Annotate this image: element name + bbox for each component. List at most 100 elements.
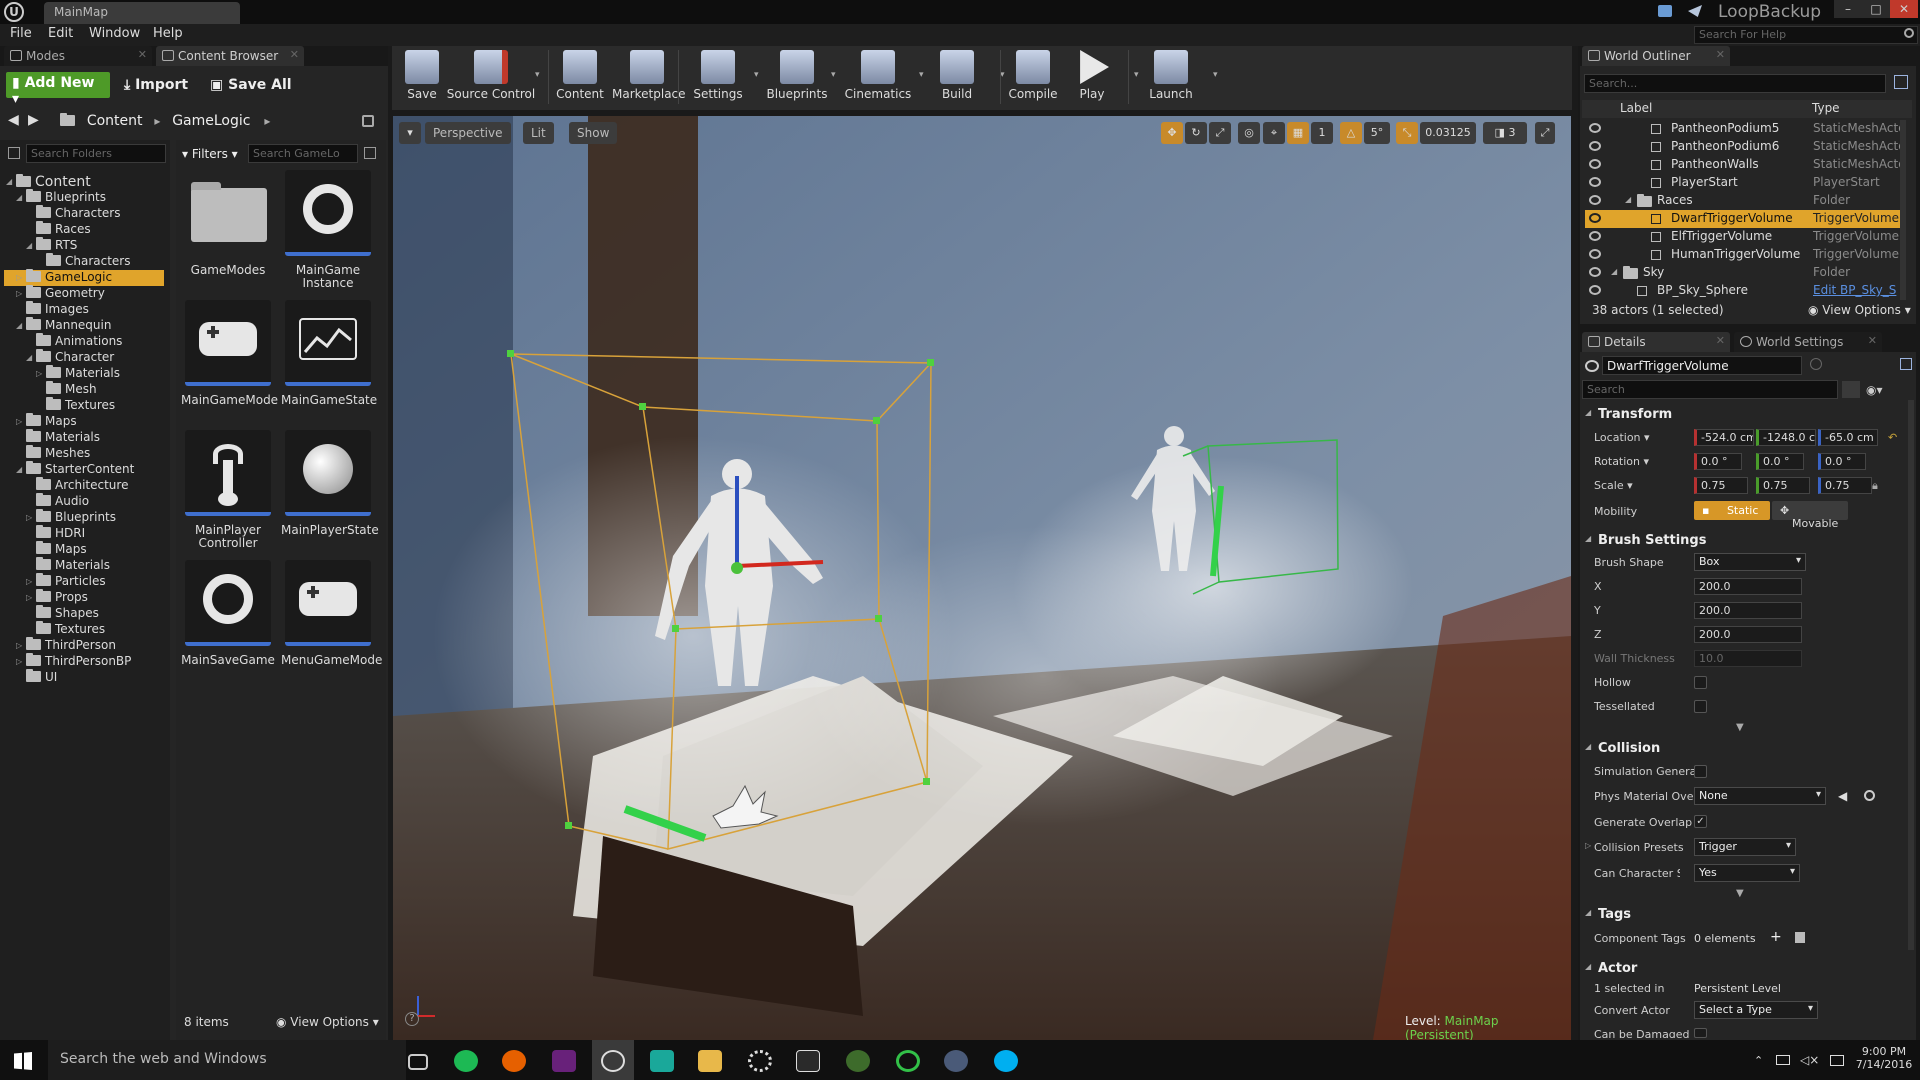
tree-app-icon[interactable]: [846, 1050, 870, 1072]
close-icon[interactable]: ✕: [1716, 334, 1725, 347]
folder-tree-item[interactable]: UI: [26, 669, 57, 686]
folder-tree-item[interactable]: Mesh: [46, 381, 97, 398]
menu-file[interactable]: File: [10, 26, 32, 41]
outliner-row[interactable]: PantheonPodium6 StaticMeshActo: [1585, 138, 1906, 156]
hollow-checkbox[interactable]: [1694, 676, 1707, 689]
tab-details[interactable]: Details ✕: [1582, 332, 1730, 352]
task-view-icon[interactable]: [408, 1054, 428, 1070]
toolbar-settings-button[interactable]: Settings: [686, 48, 750, 106]
brush-shape-dropdown[interactable]: Box: [1694, 553, 1806, 571]
toolbar-launch-button[interactable]: Launch: [1140, 48, 1202, 106]
expand-arrow-icon[interactable]: ▷: [16, 657, 22, 666]
maximize-button[interactable]: □: [1862, 0, 1890, 18]
menu-window[interactable]: Window: [89, 26, 140, 41]
folder-tree-item[interactable]: ▷ Blueprints: [26, 509, 116, 526]
folder-tree-item[interactable]: ◢ Mannequin: [16, 317, 111, 334]
brush-z-field[interactable]: 200.0: [1694, 626, 1802, 643]
show-hidden-icons-icon[interactable]: ⌃: [1754, 1054, 1763, 1067]
tab-world-settings[interactable]: World Settings ✕: [1734, 332, 1882, 352]
expand-arrow-icon[interactable]: ▷: [16, 273, 22, 282]
section-brush-settings[interactable]: Brush Settings: [1582, 530, 1910, 552]
toolbar-play-button[interactable]: Play: [1070, 48, 1114, 106]
rotation-x-field[interactable]: 0.0 °: [1694, 453, 1742, 470]
visibility-eye-icon[interactable]: [1589, 141, 1601, 151]
visibility-eye-icon[interactable]: [1589, 249, 1601, 259]
dropdown-arrow-icon[interactable]: ▾: [754, 70, 759, 80]
toolbar-build-button[interactable]: Build: [926, 48, 988, 106]
steam-icon[interactable]: [944, 1050, 968, 1072]
dropdown-arrow-icon[interactable]: ▾: [1213, 70, 1218, 80]
folder-tree-item[interactable]: ▷ Particles: [26, 573, 106, 590]
simulation-generates-checkbox[interactable]: [1694, 765, 1707, 778]
rotation-snap-icon[interactable]: △: [1340, 122, 1362, 144]
outliner-row[interactable]: ◢ Sky Folder: [1585, 264, 1901, 282]
use-selected-arrow-icon[interactable]: ◀: [1838, 789, 1847, 803]
folder-tree-item[interactable]: Shapes: [36, 605, 99, 622]
scale-y-field[interactable]: 0.75: [1756, 477, 1810, 494]
can-character-step-dropdown[interactable]: Yes: [1694, 864, 1800, 882]
tab-content-browser[interactable]: Content Browser ✕: [156, 46, 304, 66]
browse-search-icon[interactable]: [1864, 790, 1875, 801]
reset-location-icon[interactable]: ↶: [1888, 431, 1897, 444]
folder-tree-item[interactable]: ◢ RTS: [26, 237, 77, 254]
details-scrollbar[interactable]: [1908, 400, 1914, 950]
folder-tree-item[interactable]: Images: [26, 301, 89, 318]
mobility-static-button[interactable]: ▪ Static: [1694, 501, 1770, 520]
toolbar-marketplace-button[interactable]: Marketplace: [612, 48, 686, 106]
asset-tile[interactable]: MenuGameMode: [281, 560, 382, 667]
collision-presets-dropdown[interactable]: Trigger: [1694, 838, 1796, 856]
pin-icon[interactable]: [1900, 358, 1912, 370]
grid-snap-value[interactable]: 1: [1311, 122, 1333, 144]
outliner-search-input[interactable]: Search...: [1584, 74, 1886, 93]
collapse-arrow-icon[interactable]: ◢: [1611, 267, 1617, 276]
toolbar-source-control-button[interactable]: Source Control: [446, 48, 536, 106]
close-icon[interactable]: ✕: [290, 48, 299, 61]
perspective-button[interactable]: Perspective: [425, 122, 511, 144]
folder-tree-item[interactable]: ▷ GameLogic: [4, 269, 164, 286]
close-icon[interactable]: ✕: [138, 48, 147, 61]
folder-tree-item[interactable]: Maps: [36, 541, 87, 558]
expand-arrow-icon[interactable]: ▷: [36, 369, 42, 378]
windows-start-icon[interactable]: [14, 1052, 32, 1070]
folder-tree-item[interactable]: Audio: [36, 493, 89, 510]
help-search-input[interactable]: Search For Help: [1694, 26, 1918, 44]
property-matrix-icon[interactable]: [1842, 381, 1860, 398]
translate-mode-icon[interactable]: ✥: [1161, 122, 1183, 144]
dropdown-arrow-icon[interactable]: ▾: [1134, 70, 1139, 80]
details-search-input[interactable]: Search: [1582, 380, 1838, 399]
visibility-filter-icon[interactable]: ◉▾: [1866, 383, 1883, 397]
actor-name-field[interactable]: DwarfTriggerVolume: [1602, 356, 1802, 375]
grid-snap-icon[interactable]: ▦: [1287, 122, 1309, 144]
location-y-field[interactable]: -1248.0 c: [1756, 429, 1816, 446]
expand-arrow-icon[interactable]: ▷: [16, 289, 22, 298]
scale-mode-icon[interactable]: ⤢: [1209, 122, 1231, 144]
epic-launcher-icon[interactable]: [796, 1050, 820, 1072]
toolbar-content-button[interactable]: Content: [552, 48, 608, 106]
expand-advanced-icon[interactable]: ▼: [1736, 888, 1744, 899]
location-z-field[interactable]: -65.0 cm: [1818, 429, 1878, 446]
camera-speed-button[interactable]: ◨ 3: [1483, 122, 1527, 144]
location-x-field[interactable]: -524.0 cm: [1694, 429, 1754, 446]
visibility-eye-icon[interactable]: [1589, 285, 1601, 295]
filters-button[interactable]: ▾ Filters ▾: [182, 147, 238, 161]
collapse-arrow-icon[interactable]: ◢: [26, 241, 32, 250]
asset-tile[interactable]: MainGameState: [281, 300, 377, 407]
folder-tree-item[interactable]: ▷ ThirdPersonBP: [16, 653, 131, 670]
sources-toggle-icon[interactable]: [8, 147, 20, 159]
rotate-mode-icon[interactable]: ↻: [1185, 122, 1207, 144]
level-viewport[interactable]: ▾ Perspective Lit Show ✥ ↻ ⤢ ◎ ⌖ ▦ 1 △ 5…: [393, 116, 1571, 1040]
outliner-row[interactable]: HumanTriggerVolume TriggerVolume: [1585, 246, 1901, 264]
convert-actor-dropdown[interactable]: Select a Type: [1694, 1001, 1818, 1019]
menu-help[interactable]: Help: [153, 26, 183, 41]
visual-studio-icon[interactable]: [552, 1050, 576, 1072]
toolbar-cinematics-button[interactable]: Cinematics: [838, 48, 918, 106]
expand-arrow-icon[interactable]: ▷: [26, 513, 32, 522]
mobility-movable-button[interactable]: ✥ Movable: [1772, 501, 1848, 530]
can-be-damaged-checkbox[interactable]: [1694, 1028, 1707, 1038]
folder-tree-item[interactable]: ▷ Geometry: [16, 285, 105, 302]
col-type-header[interactable]: Type: [1812, 101, 1840, 115]
section-transform[interactable]: Transform: [1582, 404, 1910, 426]
scale-label[interactable]: Scale ▾: [1594, 479, 1633, 492]
collapse-arrow-icon[interactable]: ◢: [16, 465, 22, 474]
rotation-snap-value[interactable]: 5°: [1364, 122, 1390, 144]
